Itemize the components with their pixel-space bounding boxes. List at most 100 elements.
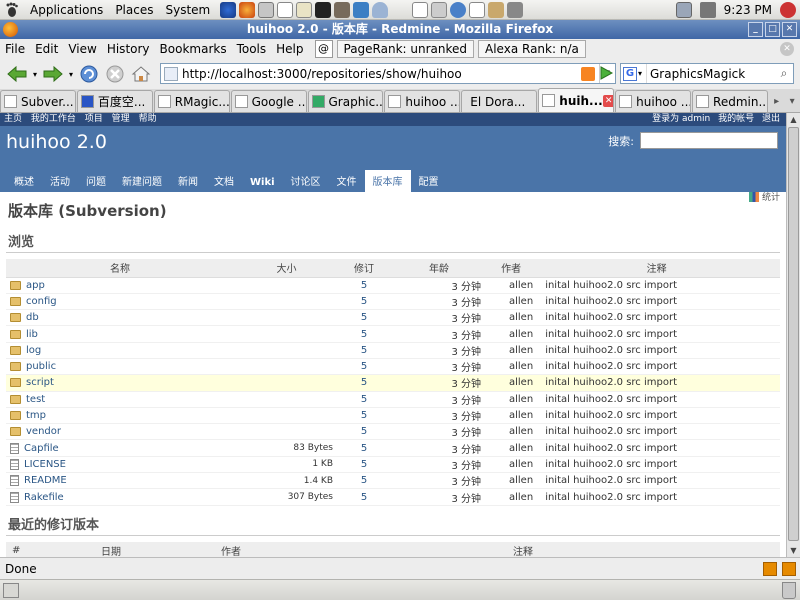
entry-revision-link[interactable]: 5 <box>361 377 367 388</box>
menu-help[interactable]: Help <box>271 42 308 56</box>
stop-button[interactable] <box>102 62 128 86</box>
entry-revision-link[interactable]: 5 <box>361 426 367 437</box>
alexa-indicator[interactable]: Alexa Rank: n/a <box>478 40 586 58</box>
tab-item[interactable]: RMagic... <box>153 90 230 112</box>
col-author[interactable]: 作者 <box>489 259 534 278</box>
top-menu-home[interactable]: 主页 <box>4 114 22 124</box>
entry-revision-link[interactable]: 5 <box>361 492 367 503</box>
entry-link[interactable]: db <box>26 312 39 323</box>
col-revision[interactable]: 修订 <box>339 259 389 278</box>
tab-list-icon[interactable]: ▾ <box>784 90 800 112</box>
launcher-help-icon[interactable] <box>450 1 467 18</box>
back-history-dropdown[interactable]: ▾ <box>30 62 40 86</box>
entry-link[interactable]: tmp <box>26 410 46 421</box>
entry-revision-link[interactable]: 5 <box>361 312 367 323</box>
launcher-office-icon[interactable] <box>353 1 370 18</box>
tab-item-active[interactable]: huih... ✕ <box>538 88 615 112</box>
pagerank-indicator[interactable]: PageRank: unranked <box>336 40 475 58</box>
tab-item[interactable]: Subver... <box>0 90 76 112</box>
launcher-browser-icon[interactable] <box>220 1 237 18</box>
tab-files[interactable]: 文件 <box>329 170 365 192</box>
top-menu-my-page[interactable]: 我的工作台 <box>31 114 76 124</box>
status-addon-icon[interactable] <box>763 562 777 576</box>
tab-item[interactable]: huihoo ... <box>384 90 461 112</box>
entry-link[interactable]: README <box>24 475 67 486</box>
entry-revision-link[interactable]: 5 <box>361 361 367 372</box>
trash-icon[interactable] <box>782 582 796 599</box>
top-menu-admin[interactable]: 管理 <box>112 114 130 124</box>
home-button[interactable] <box>128 62 154 86</box>
vertical-scrollbar[interactable]: ▲ ▼ <box>786 113 800 557</box>
top-menu-projects[interactable]: 项目 <box>85 114 103 124</box>
launcher-network-icon[interactable] <box>431 1 448 18</box>
entry-link[interactable]: vendor <box>26 426 61 437</box>
search-input[interactable]: GraphicsMagick <box>647 67 775 81</box>
maximize-button[interactable]: □ <box>765 22 780 37</box>
applications-menu[interactable]: Applications <box>24 3 109 17</box>
tab-repository[interactable]: 版本库 <box>364 170 411 192</box>
entry-link[interactable]: Capfile <box>24 443 59 454</box>
scroll-up-icon[interactable]: ▲ <box>787 113 800 126</box>
tab-activity[interactable]: 活动 <box>42 170 78 192</box>
rss-feed-icon[interactable] <box>581 66 595 81</box>
url-text[interactable]: http://localhost:3000/repositories/show/… <box>178 67 581 81</box>
tab-forums[interactable]: 讨论区 <box>283 170 329 192</box>
logout-link[interactable]: 退出 <box>762 114 780 124</box>
scrollbar-thumb[interactable] <box>788 127 799 541</box>
launcher-database-icon[interactable] <box>372 1 389 18</box>
entry-link[interactable]: config <box>26 296 57 307</box>
tab-item[interactable]: Google ... <box>230 90 307 112</box>
clock[interactable]: 9:23 PM <box>724 3 772 17</box>
launcher-disk-icon[interactable] <box>507 1 524 18</box>
entry-revision-link[interactable]: 5 <box>361 280 367 291</box>
search-engine-selector[interactable]: G ▾ <box>621 64 647 83</box>
entry-revision-link[interactable]: 5 <box>361 394 367 405</box>
entry-revision-link[interactable]: 5 <box>361 443 367 454</box>
entry-link[interactable]: Rakefile <box>24 492 64 503</box>
places-menu[interactable]: Places <box>109 3 159 17</box>
forward-button[interactable] <box>40 62 66 86</box>
statistics-link[interactable]: 统计 <box>748 190 780 203</box>
tab-new-issue[interactable]: 新建问题 <box>114 170 170 192</box>
go-button[interactable] <box>598 65 614 81</box>
launcher-editor-icon[interactable] <box>277 1 294 18</box>
tab-item[interactable]: Redmin... <box>692 90 768 112</box>
launcher-terminal-icon[interactable] <box>315 1 332 18</box>
entry-revision-link[interactable]: 5 <box>361 296 367 307</box>
launcher-package-icon[interactable] <box>488 1 505 18</box>
statistics-label[interactable]: 统计 <box>762 190 780 203</box>
reload-button[interactable] <box>76 62 102 86</box>
forward-history-dropdown[interactable]: ▾ <box>66 62 76 86</box>
volume-icon[interactable] <box>699 2 716 18</box>
col-age[interactable]: 年龄 <box>389 259 489 278</box>
menu-file[interactable]: File <box>0 42 30 56</box>
tab-documents[interactable]: 文档 <box>206 170 242 192</box>
tab-item[interactable]: huihoo ... <box>615 90 692 112</box>
entry-link[interactable]: lib <box>26 329 38 340</box>
tab-close-icon[interactable]: ✕ <box>602 94 614 107</box>
entry-link[interactable]: test <box>26 394 45 405</box>
menu-bookmarks[interactable]: Bookmarks <box>155 42 232 56</box>
entry-revision-link[interactable]: 5 <box>361 475 367 486</box>
shutdown-icon[interactable] <box>780 2 796 18</box>
launcher-doc-icon[interactable] <box>469 1 486 18</box>
network-icon[interactable] <box>675 2 692 18</box>
tab-item[interactable]: Graphic... <box>307 90 384 112</box>
col-size[interactable]: 大小 <box>234 259 339 278</box>
close-window-button[interactable]: ✕ <box>782 22 797 37</box>
tab-issues[interactable]: 问题 <box>78 170 114 192</box>
menu-edit[interactable]: Edit <box>30 42 63 56</box>
launcher-gimp-icon[interactable] <box>334 1 351 18</box>
launcher-chart-icon[interactable] <box>412 1 429 18</box>
tab-news[interactable]: 新闻 <box>170 170 206 192</box>
entry-link[interactable]: public <box>26 361 56 372</box>
show-desktop-icon[interactable] <box>3 583 19 598</box>
my-account-link[interactable]: 我的帐号 <box>718 114 754 124</box>
menu-history[interactable]: History <box>102 42 155 56</box>
tab-wiki[interactable]: Wiki <box>242 174 283 192</box>
status-addon-icon[interactable] <box>782 562 796 576</box>
toolbar-close-icon[interactable]: ✕ <box>780 42 794 56</box>
system-menu[interactable]: System <box>159 3 216 17</box>
search-bar[interactable]: G ▾ GraphicsMagick ⌕ <box>620 63 794 84</box>
url-bar[interactable]: http://localhost:3000/repositories/show/… <box>160 63 616 84</box>
